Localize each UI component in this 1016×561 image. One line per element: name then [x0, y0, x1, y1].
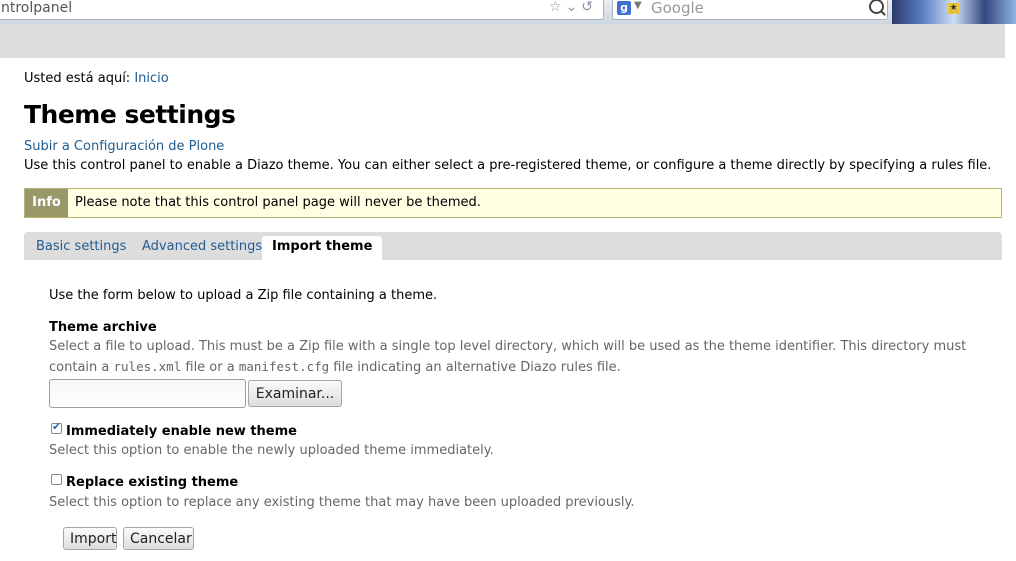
- breadcrumb-home-link[interactable]: Inicio: [134, 71, 168, 86]
- archive-help-text-2: file or a: [185, 360, 235, 375]
- form-lead-text: Use the form below to upload a Zip file …: [49, 288, 438, 303]
- up-to-config-link[interactable]: Subir a Configuración de Plone: [24, 139, 224, 154]
- theme-archive-label: Theme archive: [49, 320, 157, 335]
- google-icon[interactable]: g: [617, 1, 631, 15]
- theme-archive-file-input[interactable]: [49, 379, 246, 408]
- cancel-button[interactable]: Cancelar: [123, 527, 194, 550]
- breadcrumb: Usted está aquí: Inicio: [24, 71, 169, 86]
- manifest-cfg-code: manifest.cfg: [238, 359, 330, 374]
- replace-theme-label[interactable]: Replace existing theme: [66, 475, 238, 490]
- enable-theme-label[interactable]: Immediately enable new theme: [66, 424, 297, 439]
- tab-advanced-settings[interactable]: Advanced settings: [132, 232, 272, 260]
- import-button[interactable]: Import: [63, 527, 117, 550]
- search-icon[interactable]: [869, 0, 884, 14]
- site-header-bar: [0, 24, 1005, 58]
- archive-help-text-3: file indicating an alternative Diazo rul…: [333, 360, 621, 375]
- search-bar[interactable]: g ▼ Google: [612, 0, 888, 20]
- search-input[interactable]: Google: [651, 0, 704, 17]
- tab-bar: Basic settings Advanced settings Import …: [24, 232, 1002, 260]
- breadcrumb-prefix: Usted está aquí:: [24, 71, 131, 86]
- tab-basic-settings[interactable]: Basic settings: [26, 232, 136, 260]
- page-description: Use this control panel to enable a Diazo…: [24, 158, 992, 173]
- chevron-down-icon[interactable]: ▼: [634, 0, 642, 11]
- info-message: Info Please note that this control panel…: [24, 188, 1002, 218]
- address-text[interactable]: ntrolpanel: [1, 0, 72, 16]
- theme-archive-help: Select a file to upload. This must be a …: [49, 337, 1004, 378]
- tab-import-theme[interactable]: Import theme: [262, 236, 383, 260]
- info-text: Please note that this control panel page…: [75, 195, 481, 210]
- replace-theme-checkbox[interactable]: [51, 474, 62, 485]
- enable-theme-checkbox[interactable]: [51, 420, 62, 434]
- star-icon: ★: [948, 3, 959, 14]
- rules-xml-code: rules.xml: [113, 359, 182, 374]
- info-tag: Info: [25, 189, 68, 217]
- browse-button[interactable]: Examinar...: [248, 380, 342, 407]
- replace-theme-help: Select this option to replace any existi…: [49, 495, 635, 510]
- address-bar[interactable]: ntrolpanel ☆⌄↺: [0, 0, 604, 20]
- enable-theme-help: Select this option to enable the newly u…: [49, 443, 494, 458]
- bookmark-star-icon[interactable]: ☆⌄↺: [549, 0, 597, 15]
- page-title: Theme settings: [24, 100, 236, 129]
- browser-theme-image: ★: [892, 0, 1016, 24]
- browser-toolbar: ntrolpanel ☆⌄↺ g ▼ Google ★: [0, 0, 1016, 24]
